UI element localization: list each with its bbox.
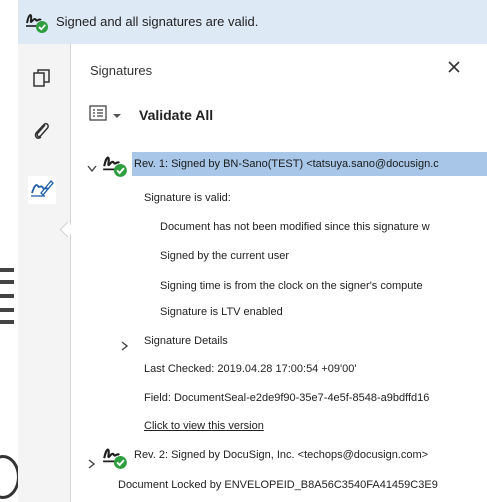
edge-mark bbox=[0, 280, 14, 284]
signature-valid-text: Signature is valid: bbox=[144, 192, 231, 204]
detail-signing-time: Signing time is from the clock on the si… bbox=[160, 280, 423, 292]
pages-icon bbox=[32, 68, 52, 93]
chevron-right-icon bbox=[88, 456, 96, 473]
signature-valid-icon bbox=[101, 442, 129, 475]
expand-signature-details-toggle[interactable] bbox=[121, 338, 129, 356]
edge-mark bbox=[0, 320, 14, 324]
signature-status-banner: Signed and all signatures are valid. bbox=[18, 0, 487, 44]
detail-signed-current-user: Signed by the current user bbox=[160, 250, 290, 262]
field-text: Field: DocumentSeal-e2de9f90-35e7-4e5f-8… bbox=[144, 392, 430, 404]
banner-text: Signed and all signatures are valid. bbox=[56, 14, 259, 29]
edge-mark bbox=[0, 294, 14, 298]
signature-pen-icon bbox=[29, 177, 55, 204]
chevron-down-icon bbox=[87, 160, 97, 177]
tool-sidebar bbox=[18, 44, 76, 502]
left-window-edge bbox=[0, 0, 20, 502]
signature-details-node[interactable]: Signature Details bbox=[144, 335, 228, 347]
signature-tree: Rev. 1: Signed by BN-Sano(TEST) <tatsuya… bbox=[71, 44, 487, 502]
signatures-panel: Signatures Validate All Rev. 1: Signed b… bbox=[71, 44, 487, 502]
signature-valid-icon bbox=[24, 8, 50, 39]
edge-mark bbox=[0, 268, 14, 272]
view-version-link[interactable]: Click to view this version bbox=[144, 420, 264, 432]
rev2-signature-row[interactable]: Rev. 2: Signed by DocuSign, Inc. <techop… bbox=[134, 449, 487, 461]
edge-mark bbox=[0, 308, 14, 312]
document-locked-text: Document Locked by ENVELOPEID_B8A56C3540… bbox=[118, 479, 438, 491]
collapse-rev1-toggle[interactable] bbox=[87, 160, 97, 178]
paperclip-icon bbox=[32, 119, 52, 146]
chevron-right-icon bbox=[121, 338, 129, 355]
detail-ltv-enabled: Signature is LTV enabled bbox=[160, 306, 283, 318]
signature-valid-icon bbox=[101, 150, 129, 183]
expand-rev2-toggle[interactable] bbox=[88, 456, 96, 474]
signatures-panel-button[interactable] bbox=[28, 176, 56, 204]
pages-button[interactable] bbox=[28, 66, 56, 94]
rev1-signature-row[interactable]: Rev. 1: Signed by BN-Sano(TEST) <tatsuya… bbox=[132, 152, 487, 176]
detail-not-modified: Document has not been modified since thi… bbox=[160, 221, 430, 233]
edge-arc bbox=[0, 455, 20, 499]
attachments-button[interactable] bbox=[28, 118, 56, 146]
last-checked-text: Last Checked: 2019.04.28 17:00:54 +09'00… bbox=[144, 363, 357, 375]
